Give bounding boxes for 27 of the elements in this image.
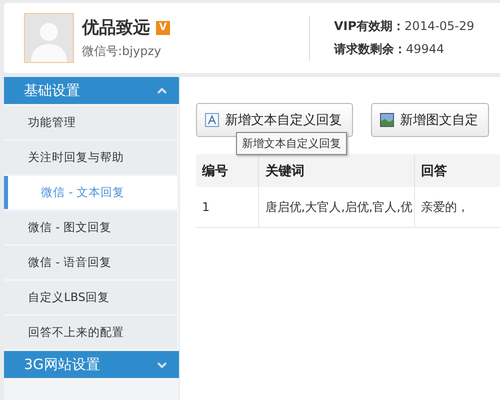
text-icon (205, 113, 219, 127)
avatar-icon (24, 13, 74, 63)
table-cell: 唐启优,大官人,启优,官人,优 (258, 187, 415, 228)
account-name: 优品致远 (82, 17, 150, 39)
sidebar-item[interactable]: 微信 - 语音回复 (4, 246, 177, 279)
image-icon (380, 113, 394, 127)
add-button[interactable]: 新增图文自定 (371, 103, 489, 137)
column-header: 回答 (414, 154, 500, 187)
sidebar-item[interactable]: 回答不上来的配置 (4, 316, 177, 349)
sidebar-item[interactable]: 功能管理 (4, 106, 177, 139)
sidebar-item[interactable]: 关注时回复与帮助 (4, 141, 177, 174)
tooltip: 新增文本自定义回复 (236, 132, 347, 155)
sidebar-section[interactable]: 基础设置 (4, 77, 179, 104)
stat-text: VIP有效期：2014-05-29 (334, 18, 474, 35)
sidebar-item[interactable]: 自定义LBS回复 (4, 281, 177, 314)
chevron-up-icon (157, 88, 167, 94)
column-header: 编号 (196, 154, 259, 187)
stat-text: 请求数剩余：49944 (334, 41, 446, 58)
table-cell: 亲爱的， (414, 187, 500, 228)
table-cell: 1 (196, 187, 259, 228)
wechat-id: 微信号:bjypzy (82, 43, 162, 60)
vip-badge: V (156, 20, 170, 34)
add-button[interactable]: 新增文本自定义回复 (196, 103, 353, 137)
column-header: 关键词 (258, 154, 415, 187)
sidebar-section[interactable]: 3G网站设置 (4, 351, 179, 378)
sidebar-item[interactable]: 微信 - 图文回复 (4, 211, 177, 244)
chevron-down-icon (157, 362, 167, 368)
